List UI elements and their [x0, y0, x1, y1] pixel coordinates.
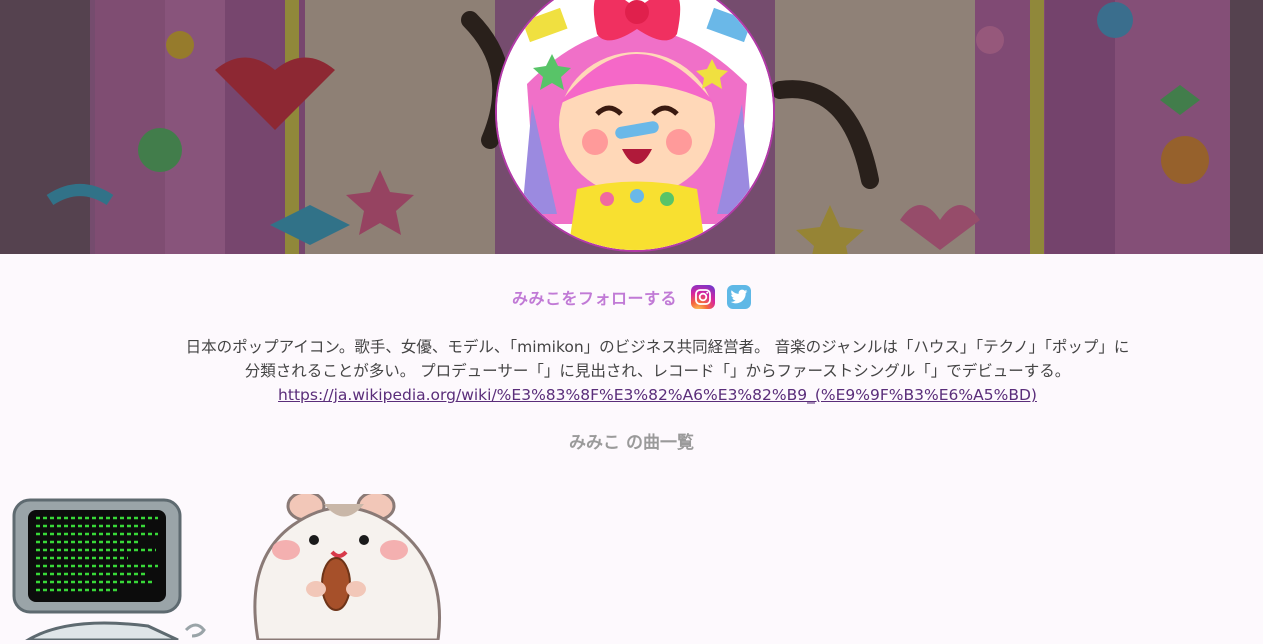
- twitter-icon[interactable]: [727, 285, 751, 309]
- follow-row: みみこをフォローする: [0, 283, 1263, 311]
- artist-avatar: [495, 0, 775, 252]
- song-thumbnail-hamster[interactable]: [244, 490, 454, 642]
- song-list-title: みみこ の曲一覧: [569, 433, 694, 453]
- header-banner: [0, 0, 1263, 254]
- wikipedia-link[interactable]: https://ja.wikipedia.org/wiki/%E3%83%8F%…: [278, 386, 1037, 404]
- artist-description: 日本のポップアイコン。歌手、女優、モデル、「mimikon」のビジネス共同経営者…: [180, 335, 1135, 407]
- hamster-eating-illustration: [253, 490, 442, 642]
- description-text: 日本のポップアイコン。歌手、女優、モデル、「mimikon」のビジネス共同経営者…: [185, 338, 1130, 380]
- follow-label: みみこをフォローする: [511, 289, 677, 308]
- computer-terminal-illustration: [12, 498, 206, 642]
- instagram-icon[interactable]: [691, 285, 715, 309]
- song-thumbnail-computer[interactable]: [8, 494, 228, 642]
- character-illustration: [497, 0, 773, 250]
